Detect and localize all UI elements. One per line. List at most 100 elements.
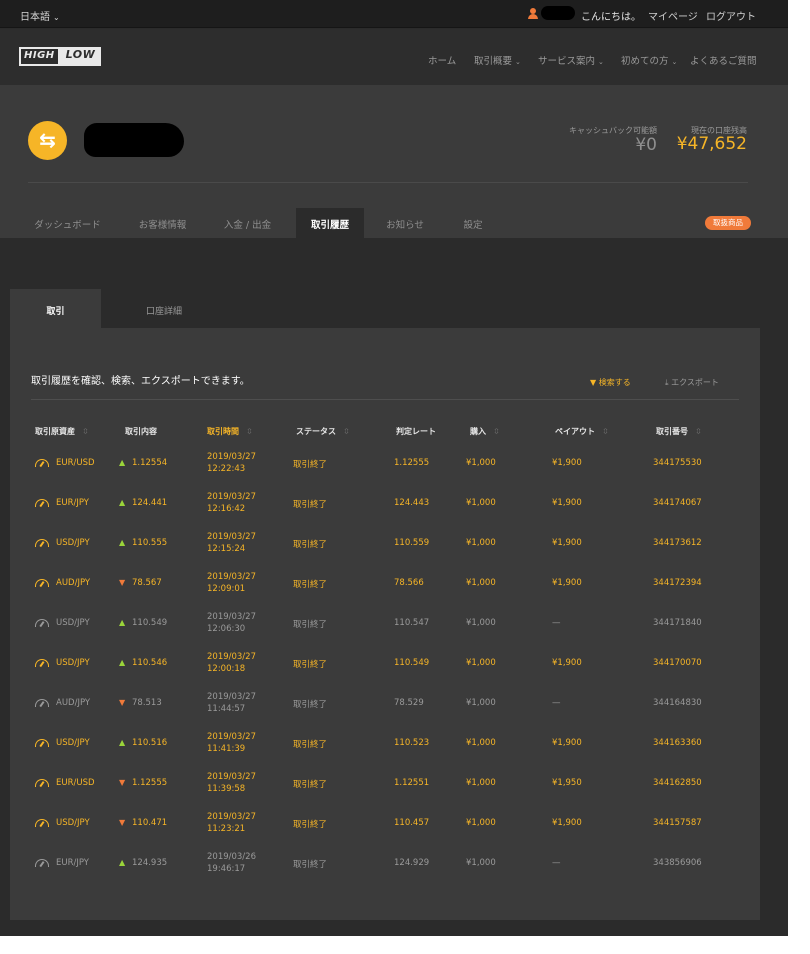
nav-label: ホーム: [428, 56, 457, 67]
mypage-link[interactable]: マイページ: [648, 8, 698, 23]
table-row[interactable]: USD/JPY ▲ 110.555 2019/03/27 12:15:24 取引終了 110…: [10, 522, 760, 562]
table-row[interactable]: AUD/JPY ▼ 78.513 2019/03/27 11:44:57 取引終了 78.5…: [10, 682, 760, 722]
nav-faq[interactable]: よくあるご質問: [690, 53, 757, 67]
nav-home[interactable]: ホーム: [428, 53, 456, 67]
sort-icon: ⇳: [493, 427, 500, 436]
status-cell: 取引終了: [293, 580, 328, 590]
account-avatar-icon: ⇆: [28, 121, 67, 160]
trade-date-cell: 2019/03/27: [207, 692, 256, 702]
purchase-cell: ¥1,000: [466, 458, 496, 468]
gauge-icon: [35, 659, 49, 667]
table-row[interactable]: EUR/USD ▲ 1.12554 2019/03/27 12:22:43 取引終了 1.1…: [10, 442, 760, 482]
export-button[interactable]: ⤓ エクスポート: [665, 377, 719, 388]
table-row[interactable]: USD/JPY ▲ 110.516 2019/03/27 11:41:39 取引終了 110…: [10, 722, 760, 762]
arrow-down-icon: ▼: [119, 778, 126, 787]
closing-rate-cell: 110.523: [394, 738, 430, 748]
asset-cell: USD/JPY: [56, 818, 90, 828]
col-label: 取引番号: [656, 427, 688, 436]
table-row[interactable]: EUR/USD ▼ 1.12555 2019/03/27 11:39:58 取引終了 1.1…: [10, 762, 760, 802]
subtab-trades[interactable]: 取引: [10, 289, 101, 328]
payout-cell: ¥1,900: [552, 658, 582, 668]
purchase-cell: ¥1,000: [466, 818, 496, 828]
asset-cell: EUR/JPY: [56, 498, 89, 508]
col-label: 取引内容: [125, 427, 157, 436]
gauge-icon: [35, 539, 49, 547]
strike-cell: 1.12555: [132, 778, 168, 788]
purchase-cell: ¥1,000: [466, 738, 496, 748]
col-trade-id[interactable]: 取引番号 ⇳: [656, 426, 702, 437]
table-row[interactable]: USD/JPY ▲ 110.546 2019/03/27 12:00:18 取引終了 110…: [10, 642, 760, 682]
search-label: 検索する: [598, 378, 631, 387]
subtab-account-details[interactable]: 口座詳細: [112, 289, 216, 328]
user-icon: [528, 8, 538, 19]
col-time[interactable]: 取引時間 ⇳: [207, 426, 253, 437]
nav-trade-overview[interactable]: 取引概要 ⌄: [474, 53, 521, 67]
tab-dashboard[interactable]: ダッシュボード: [20, 208, 115, 238]
purchase-cell: ¥1,000: [466, 498, 496, 508]
language-selector[interactable]: 日本語 ⌄: [20, 8, 60, 23]
trade-time-cell: 19:46:17: [207, 864, 246, 874]
col-payout[interactable]: ペイアウト ⇳: [555, 426, 609, 437]
col-status[interactable]: ステータス ⇳: [296, 426, 350, 437]
balance-value: ¥47,652: [676, 134, 747, 154]
table-row[interactable]: EUR/JPY ▲ 124.441 2019/03/27 12:16:42 取引終了 124…: [10, 482, 760, 522]
gauge-icon: [35, 779, 49, 787]
closing-rate-cell: 1.12551: [394, 778, 430, 788]
trade-id-cell: 344157587: [653, 818, 702, 828]
strike-cell: 1.12554: [132, 458, 168, 468]
tab-trade-history[interactable]: 取引履歴: [296, 208, 364, 238]
strike-cell: 124.935: [132, 858, 168, 868]
closing-rate-cell: 1.12555: [394, 458, 430, 468]
trade-date-cell: 2019/03/27: [207, 572, 256, 582]
col-label: 取引時間: [207, 427, 239, 436]
tab-deposit-withdraw[interactable]: 入金 / 出金: [210, 208, 285, 238]
col-closing-rate: 判定レート: [396, 426, 436, 437]
sort-icon: ⇳: [695, 427, 702, 436]
trade-id-cell: 344173612: [653, 538, 702, 548]
export-label: エクスポート: [671, 378, 719, 387]
table-row[interactable]: USD/JPY ▲ 110.549 2019/03/27 12:06:30 取引終了 110…: [10, 602, 760, 642]
nav-services[interactable]: サービス案内 ⌄: [538, 53, 604, 67]
strike-cell: 110.549: [132, 618, 168, 628]
divider: [28, 182, 748, 183]
trade-id-cell: 344175530: [653, 458, 702, 468]
closing-rate-cell: 124.929: [394, 858, 430, 868]
search-button[interactable]: ▼ 検索する: [590, 377, 631, 388]
trade-id-cell: 343856906: [653, 858, 702, 868]
status-cell: 取引終了: [293, 740, 328, 750]
highlow-logo[interactable]: HIGH LOW: [19, 47, 102, 66]
trade-time-cell: 11:39:58: [207, 784, 246, 794]
asset-cell: EUR/USD: [56, 778, 95, 788]
col-purchase[interactable]: 購入 ⇳: [470, 426, 500, 437]
trade-id-cell: 344170070: [653, 658, 702, 668]
nav-label: 取引概要: [474, 56, 513, 67]
trade-time-cell: 12:16:42: [207, 504, 246, 514]
payout-cell: ¥1,900: [552, 458, 582, 468]
sort-icon: ⇳: [602, 427, 609, 436]
tab-notifications[interactable]: お知らせ: [375, 208, 435, 238]
table-row[interactable]: EUR/JPY ▲ 124.935 2019/03/26 19:46:17 取引終了 124…: [10, 842, 760, 882]
col-asset[interactable]: 取引原資産 ⇳: [35, 426, 89, 437]
divider: [31, 399, 739, 400]
tab-settings[interactable]: 設定: [448, 208, 498, 238]
trade-date-cell: 2019/03/27: [207, 532, 256, 542]
top-bar: 日本語 ⌄ こんにちは。 マイページ ログアウト: [0, 0, 788, 28]
account-summary: ⇆ キャッシュバック可能額 ¥0 現在の口座残高 ¥47,652 ダッシュボード…: [0, 85, 788, 238]
tab-customer-info[interactable]: お客様情報: [125, 208, 200, 238]
col-label: 購入: [470, 427, 486, 436]
asset-cell: USD/JPY: [56, 618, 90, 628]
nav-beginners[interactable]: 初めての方 ⌄: [621, 53, 677, 67]
chevron-down-icon: ⌄: [598, 58, 604, 66]
table-row[interactable]: USD/JPY ▼ 110.471 2019/03/27 11:23:21 取引終了 110…: [10, 802, 760, 842]
status-cell: 取引終了: [293, 820, 328, 830]
strike-cell: 110.471: [132, 818, 168, 828]
logout-link[interactable]: ログアウト: [706, 8, 756, 23]
arrow-down-icon: ▼: [119, 698, 126, 707]
asset-cell: EUR/JPY: [56, 858, 89, 868]
products-badge[interactable]: 取扱商品: [705, 216, 751, 230]
strike-cell: 78.513: [132, 698, 162, 708]
table-row[interactable]: AUD/JPY ▼ 78.567 2019/03/27 12:09:01 取引終了 78.5…: [10, 562, 760, 602]
trade-id-cell: 344171840: [653, 618, 702, 628]
gauge-icon: [35, 699, 49, 707]
status-cell: 取引終了: [293, 500, 328, 510]
